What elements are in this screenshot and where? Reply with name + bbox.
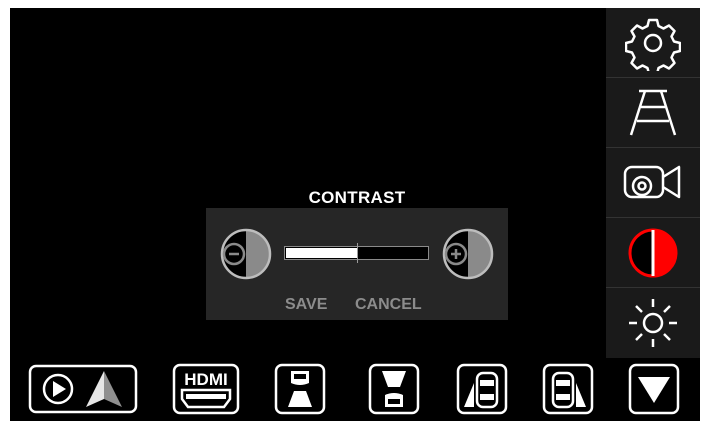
front-view-button[interactable] bbox=[274, 363, 326, 415]
brightness-button[interactable] bbox=[606, 288, 700, 358]
sidebar bbox=[606, 8, 700, 358]
hdmi-label: HDMI bbox=[184, 370, 227, 389]
rear-view-icon bbox=[368, 363, 420, 415]
hdmi-icon: HDMI bbox=[172, 363, 240, 415]
dropdown-button[interactable] bbox=[628, 363, 680, 415]
front-view-icon bbox=[274, 363, 326, 415]
camera-settings-icon bbox=[623, 165, 681, 198]
contrast-title: CONTRAST bbox=[308, 188, 406, 207]
hdmi-button[interactable]: HDMI bbox=[172, 363, 240, 415]
parking-lines-button[interactable] bbox=[606, 78, 700, 148]
camera-screen: CONTRAST SAVE CANCEL HDMI bbox=[10, 8, 700, 421]
parking-lines-icon bbox=[629, 89, 677, 135]
right-view-icon bbox=[542, 363, 594, 415]
contrast-button[interactable] bbox=[606, 218, 700, 288]
contrast-icon bbox=[628, 228, 678, 277]
left-view-button[interactable] bbox=[456, 363, 508, 415]
contrast-decrease-button[interactable] bbox=[220, 228, 272, 280]
plus-icon bbox=[442, 228, 494, 280]
bottom-bar: HDMI bbox=[10, 358, 700, 421]
camera-settings-button[interactable] bbox=[606, 148, 700, 218]
right-view-button[interactable] bbox=[542, 363, 594, 415]
cancel-button[interactable]: CANCEL bbox=[355, 296, 422, 314]
minus-icon bbox=[220, 228, 272, 280]
rear-view-button[interactable] bbox=[368, 363, 420, 415]
contrast-slider[interactable] bbox=[284, 243, 429, 263]
contrast-increase-button[interactable] bbox=[442, 228, 494, 280]
contrast-slider-fill bbox=[286, 248, 357, 258]
contrast-slider-center-mark bbox=[357, 243, 358, 263]
carplay-icon bbox=[28, 364, 138, 414]
gear-icon bbox=[625, 18, 681, 71]
left-view-icon bbox=[456, 363, 508, 415]
contrast-dialog: SAVE CANCEL bbox=[206, 208, 508, 320]
brightness-icon bbox=[629, 299, 677, 347]
settings-button[interactable] bbox=[606, 8, 700, 78]
carplay-button[interactable] bbox=[28, 364, 138, 414]
dropdown-arrow-icon bbox=[628, 363, 680, 415]
save-button[interactable]: SAVE bbox=[285, 296, 327, 314]
